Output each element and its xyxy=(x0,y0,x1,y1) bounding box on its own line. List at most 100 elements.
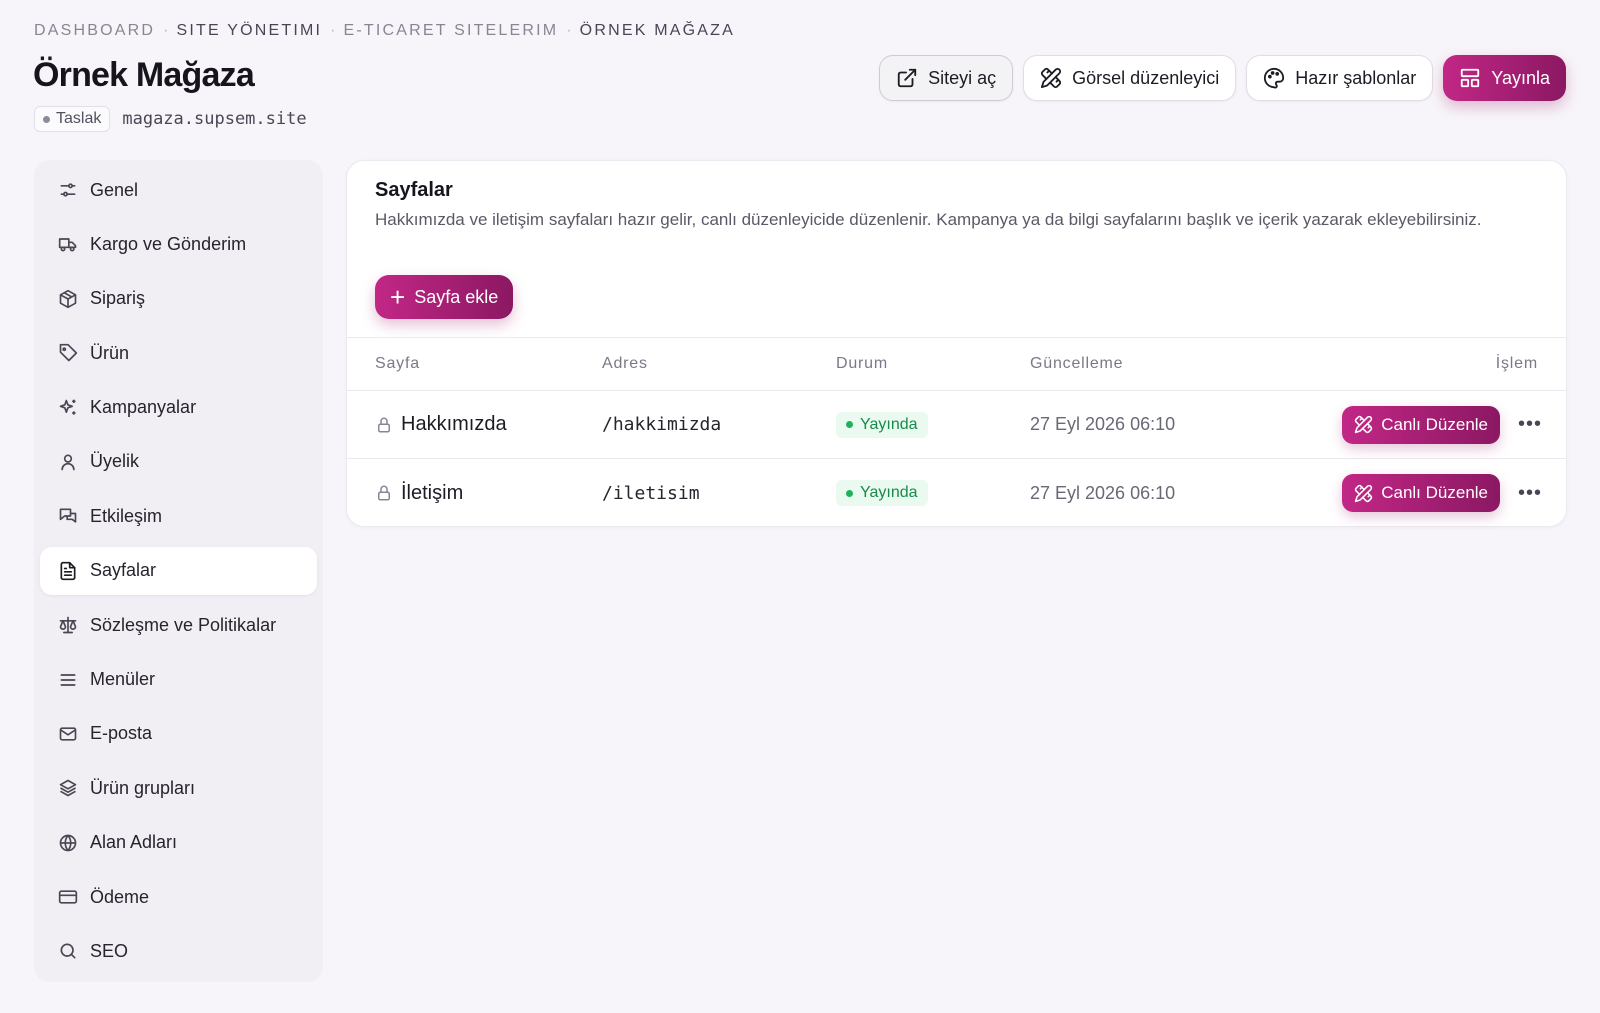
sidebar-item-eposta[interactable]: E-posta xyxy=(40,710,317,758)
sidebar-item-kampanyalar[interactable]: Kampanyalar xyxy=(40,384,317,432)
visual-editor-button[interactable]: Görsel düzenleyici xyxy=(1023,55,1237,101)
card-title: Sayfalar xyxy=(375,179,453,201)
live-edit-label: Canlı Düzenle xyxy=(1381,483,1488,502)
sidebar-item-label: Ürün xyxy=(90,342,130,363)
menu-icon xyxy=(58,670,78,690)
mail-icon xyxy=(58,724,78,744)
site-domain: magaza.supsem.site xyxy=(122,109,307,129)
page-title: Örnek Mağaza xyxy=(33,56,255,94)
truck-icon xyxy=(58,234,78,254)
sidebar-item-seo[interactable]: SEO xyxy=(40,927,317,975)
templates-label: Hazır şablonlar xyxy=(1295,67,1417,88)
pencil-ruler-icon xyxy=(1040,67,1062,89)
breadcrumb-dashboard[interactable]: Dashboard xyxy=(34,22,155,40)
palette-icon xyxy=(1263,67,1285,89)
page-actions-cell: Canlı Düzenle ••• xyxy=(1290,405,1566,444)
site-meta: Taslak magaza.supsem.site xyxy=(34,106,307,132)
page-actions-cell: Canlı Düzenle ••• xyxy=(1290,474,1566,512)
layout-icon xyxy=(1459,67,1481,89)
sidebar-item-kargo[interactable]: Kargo ve Gönderim xyxy=(40,220,317,268)
breadcrumb-separator: · xyxy=(330,22,336,39)
breadcrumb: Dashboard · Site Yönetimi · E-Ticaret Si… xyxy=(34,22,735,40)
page-name[interactable]: İletişim xyxy=(401,482,463,505)
live-edit-label: Canlı Düzenle xyxy=(1381,414,1488,434)
status-badge: Yayında xyxy=(836,411,928,438)
page-status-cell: Yayında xyxy=(836,480,1030,506)
add-page-button[interactable]: + Sayfa ekle xyxy=(375,275,514,319)
open-site-label: Siteyi aç xyxy=(928,67,997,88)
table-row: Hakkımızda /hakkimizda Yayında 27 Eyl 20… xyxy=(347,391,1566,459)
status-badge: Taslak xyxy=(34,106,111,132)
table-header: Sayfa Adres Durum Güncelleme İşlem xyxy=(347,337,1566,391)
live-edit-button[interactable]: Canlı Düzenle xyxy=(1342,474,1500,512)
sidebar-item-label: SEO xyxy=(90,940,129,961)
sidebar-item-label: Ödeme xyxy=(90,886,150,907)
sidebar-item-menuler[interactable]: Menüler xyxy=(40,656,317,704)
lock-icon xyxy=(375,416,393,434)
status-dot xyxy=(846,421,853,428)
column-header-actions: İşlem xyxy=(1495,355,1538,372)
sidebar-item-label: Menüler xyxy=(90,669,156,690)
status-label: Yayında xyxy=(860,484,918,501)
column-header-page: Sayfa xyxy=(375,355,420,372)
sidebar-item-uyelik[interactable]: Üyelik xyxy=(40,438,317,486)
column-header-status: Durum xyxy=(836,355,889,372)
sidebar-item-genel[interactable]: Genel xyxy=(40,166,317,214)
external-link-icon xyxy=(896,67,918,89)
layers-icon xyxy=(58,778,78,798)
status-label: Yayında xyxy=(860,415,918,433)
live-edit-button[interactable]: Canlı Düzenle xyxy=(1342,405,1500,444)
file-text-icon xyxy=(58,561,78,581)
sidebar-item-label: E-posta xyxy=(90,723,153,744)
sidebar-item-siparis[interactable]: Sipariş xyxy=(40,275,317,323)
table-row: İletişim /iletisim Yayında 27 Eyl 2026 0… xyxy=(347,459,1566,527)
sidebar-item-odeme[interactable]: Ödeme xyxy=(40,873,317,921)
sidebar-item-label: Kargo ve Gönderim xyxy=(90,233,247,254)
open-site-button[interactable]: Siteyi aç xyxy=(879,55,1014,101)
card-description: Hakkımızda ve iletişim sayfaları hazır g… xyxy=(375,210,1482,229)
box-icon xyxy=(58,289,78,309)
credit-card-icon xyxy=(58,887,78,907)
more-options-icon[interactable]: ••• xyxy=(1518,413,1541,436)
sidebar-item-sayfalar[interactable]: Sayfalar xyxy=(40,546,317,595)
add-page-label: Sayfa ekle xyxy=(414,286,499,307)
sidebar-item-sozlesme[interactable]: Sözleşme ve Politikalar xyxy=(40,601,317,649)
header-actions: Siteyi aç Görsel düzenleyici Hazır şablo… xyxy=(879,55,1566,101)
status-badge: Yayında xyxy=(836,480,928,506)
page-status-cell: Yayında xyxy=(836,411,1030,438)
pages-card: Sayfalar Hakkımızda ve iletişim sayfalar… xyxy=(346,160,1567,527)
page-path: /iletisim xyxy=(602,482,700,504)
more-options-icon[interactable]: ••• xyxy=(1518,482,1541,505)
breadcrumb-site-management[interactable]: Site Yönetimi xyxy=(176,22,322,40)
publish-button[interactable]: Yayınla xyxy=(1443,55,1566,101)
status-label: Taslak xyxy=(56,110,102,127)
sidebar-item-label: Sözleşme ve Politikalar xyxy=(90,614,277,635)
sidebar-item-label: Genel xyxy=(90,179,139,200)
page-name[interactable]: Hakkımızda xyxy=(401,413,507,436)
scale-icon xyxy=(58,615,78,635)
templates-button[interactable]: Hazır şablonlar xyxy=(1246,55,1434,101)
page-path: /hakkimizda xyxy=(602,414,722,435)
breadcrumb-separator: · xyxy=(566,22,572,39)
pages-table: Sayfa Adres Durum Güncelleme İşlem Hakkı… xyxy=(347,337,1566,527)
sidebar-item-alan-adlari[interactable]: Alan Adları xyxy=(40,819,317,867)
publish-label: Yayınla xyxy=(1491,67,1550,88)
sidebar-item-urun[interactable]: Ürün xyxy=(40,329,317,377)
sidebar-item-label: Ürün grupları xyxy=(90,777,196,798)
sidebar-item-label: Kampanyalar xyxy=(90,397,197,418)
chat-icon xyxy=(58,506,78,526)
sidebar-item-etkilesim[interactable]: Etkileşim xyxy=(40,492,317,540)
status-dot xyxy=(846,489,853,497)
pencil-ruler-icon xyxy=(1354,415,1373,434)
page-updated: 27 Eyl 2026 06:10 xyxy=(1030,482,1176,503)
breadcrumb-ecommerce-sites[interactable]: E-Ticaret Sitelerim xyxy=(343,22,558,40)
breadcrumb-current: Örnek Mağaza xyxy=(579,22,735,39)
page-updated: 27 Eyl 2026 06:10 xyxy=(1030,414,1176,434)
status-dot xyxy=(43,115,50,123)
breadcrumb-separator: · xyxy=(163,22,169,39)
sidebar-item-label: Üyelik xyxy=(90,451,140,472)
sliders-icon xyxy=(58,180,78,200)
sidebar-item-urun-gruplari[interactable]: Ürün grupları xyxy=(40,764,317,812)
pencil-ruler-icon xyxy=(1354,484,1373,503)
sidebar-item-label: Alan Adları xyxy=(90,832,178,853)
